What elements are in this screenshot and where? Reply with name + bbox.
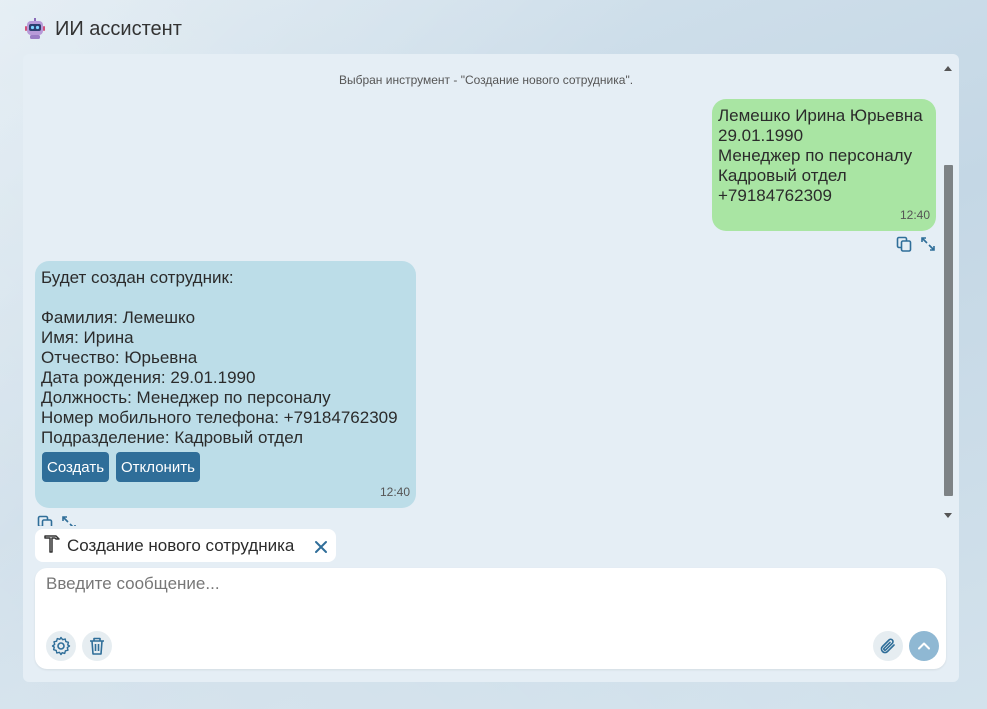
message-line: Менеджер по персоналу bbox=[718, 146, 913, 165]
assistant-message-actions bbox=[37, 515, 77, 526]
message-input[interactable] bbox=[46, 574, 926, 614]
reject-button[interactable]: Отклонить bbox=[116, 452, 200, 482]
message-line: Фамилия: Лемешко bbox=[41, 308, 196, 327]
create-button[interactable]: Создать bbox=[42, 452, 110, 482]
assistant-message: Будет создан сотрудник: Фамилия: Лемешко… bbox=[35, 261, 416, 508]
message-line: Дата рождения: 29.01.1990 bbox=[41, 368, 256, 387]
message-time: 12:40 bbox=[379, 485, 410, 499]
message-time: 12:40 bbox=[899, 208, 930, 222]
trash-icon bbox=[90, 637, 104, 655]
message-line: Номер мобильного телефона: +79184762309 bbox=[41, 408, 398, 427]
scroll-up-arrow[interactable] bbox=[944, 66, 952, 71]
expand-icon[interactable] bbox=[61, 515, 77, 526]
message-line bbox=[41, 288, 410, 308]
app-header: ИИ ассистент bbox=[24, 16, 182, 42]
selected-tool-chip: Создание нового сотрудника bbox=[35, 529, 336, 562]
message-line: Имя: Ирина bbox=[41, 328, 134, 347]
paperclip-icon bbox=[880, 638, 895, 654]
copy-icon[interactable] bbox=[37, 515, 53, 526]
page-title: ИИ ассистент bbox=[55, 17, 182, 40]
message-line: Должность: Менеджер по персоналу bbox=[41, 388, 331, 407]
attach-button[interactable] bbox=[873, 631, 903, 661]
scroll-down-arrow[interactable] bbox=[944, 513, 952, 518]
send-button[interactable] bbox=[909, 631, 939, 661]
composer bbox=[35, 568, 946, 669]
message-line: Отчество: Юрьевна bbox=[41, 348, 198, 367]
message-line: Кадровый отдел bbox=[718, 166, 847, 185]
chat-scrollbar[interactable] bbox=[943, 62, 955, 522]
tool-chip-label: Создание нового сотрудника bbox=[67, 535, 295, 555]
gear-icon bbox=[51, 636, 71, 656]
message-line: 29.01.1990 bbox=[718, 126, 804, 145]
chevron-up-icon bbox=[918, 642, 930, 650]
action-buttons: Создать Отклонить bbox=[42, 452, 200, 482]
expand-icon[interactable] bbox=[920, 236, 936, 252]
system-note: Выбран инструмент - "Создание нового сот… bbox=[338, 73, 634, 87]
clear-chat-button[interactable] bbox=[82, 631, 112, 661]
message-line: Будет создан сотрудник: bbox=[41, 268, 234, 287]
scroll-thumb[interactable] bbox=[944, 165, 953, 496]
robot-icon bbox=[24, 18, 46, 40]
settings-button[interactable] bbox=[46, 631, 76, 661]
message-line: Лемешко Ирина Юрьевна bbox=[718, 106, 923, 125]
user-message-actions bbox=[896, 236, 936, 252]
close-icon[interactable] bbox=[314, 539, 328, 553]
hammer-icon bbox=[43, 533, 61, 558]
message-line: Подразделение: Кадровый отдел bbox=[41, 428, 304, 447]
chat-history[interactable]: Выбран инструмент - "Создание нового сот… bbox=[23, 54, 943, 526]
copy-icon[interactable] bbox=[896, 236, 912, 252]
message-line: +79184762309 bbox=[718, 186, 832, 205]
user-message: Лемешко Ирина Юрьевна 29.01.1990 Менедже… bbox=[712, 99, 936, 231]
chat-panel: Выбран инструмент - "Создание нового сот… bbox=[23, 54, 959, 682]
